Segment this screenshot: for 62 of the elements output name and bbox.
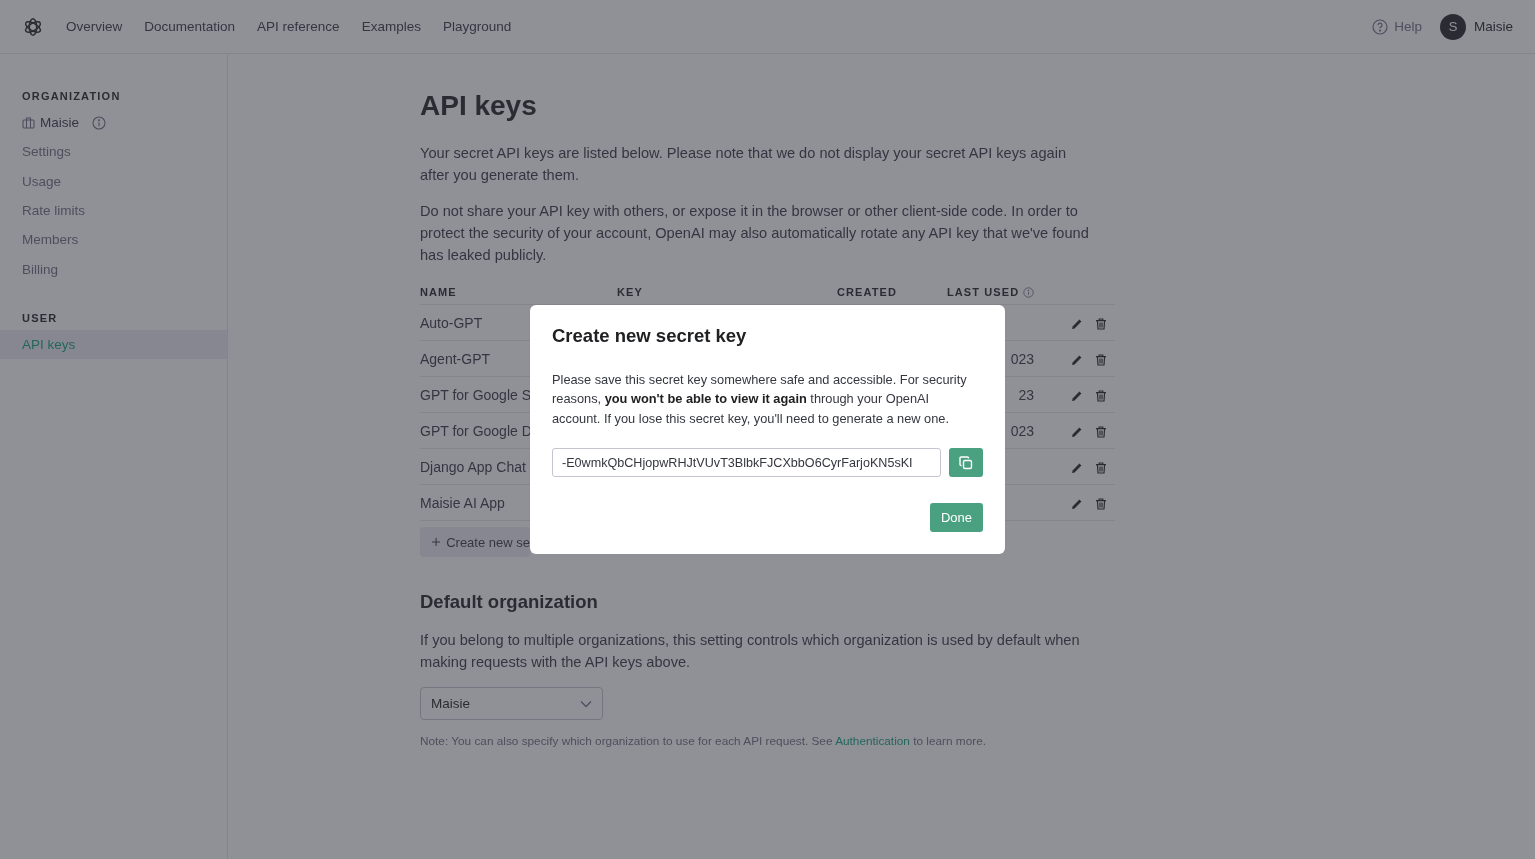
sidebar-item[interactable]: Usage [0, 166, 227, 196]
nav-link[interactable]: Playground [442, 19, 512, 34]
info-icon [1023, 286, 1035, 298]
dialog-message: Please save this secret key somewhere safe and accessible. For security reasons, you won't be able to view it again through your OpenAI account. If you lose this secret key, you'll need to generate a new one. [552, 370, 968, 428]
trash-icon[interactable] [1095, 389, 1107, 402]
trash-icon[interactable] [1095, 461, 1107, 474]
sidebar-heading: ORGANIZATION [22, 90, 122, 102]
logo-icon[interactable] [22, 15, 44, 38]
nav-link[interactable]: Overview [66, 19, 123, 34]
organization-select[interactable]: Maisie [420, 687, 603, 720]
pencil-icon[interactable] [1071, 425, 1083, 438]
create-key-button[interactable]: Create new se [420, 527, 530, 557]
last-used-date: 23 [1018, 386, 1034, 403]
section-title: Default organization [420, 591, 599, 613]
done-button[interactable]: Done [929, 503, 983, 533]
chevron-down-icon [580, 699, 592, 708]
secret-key-field[interactable]: -E0wmkQbCHjopwRHJtVUvT3BlbkFJCXbbO6CyrFarjoKN5sKI [552, 448, 941, 478]
page-title: API keys [420, 90, 538, 122]
copy-button[interactable] [949, 448, 983, 478]
pencil-icon[interactable] [1071, 461, 1083, 474]
note-text: Note: You can also specify which organization to use for each API request. See Authentication to learn more. [420, 734, 987, 748]
trash-icon[interactable] [1095, 497, 1107, 510]
pencil-icon[interactable] [1071, 317, 1083, 330]
column-header: NAME [420, 286, 457, 298]
trash-icon[interactable] [1095, 353, 1107, 366]
description-text: If you belong to multiple organizations, this setting controls which organization is used by default when making requests with the API keys above. [420, 631, 1081, 672]
pencil-icon[interactable] [1071, 353, 1083, 366]
column-header: LAST USED [947, 286, 1035, 298]
sidebar-item[interactable]: Settings [0, 137, 227, 167]
key-name: Django App Chat [420, 458, 526, 475]
description-text: Your secret API keys are listed below. Please note that we do not display your secret API keys again after you generate them. [420, 144, 1067, 185]
key-name: Maisie AI App [420, 494, 505, 511]
nav-link[interactable]: API reference [257, 19, 340, 34]
trash-icon[interactable] [1095, 425, 1107, 438]
sidebar-item[interactable]: Members [0, 225, 227, 255]
sidebar-item[interactable]: Rate limits [0, 195, 227, 226]
user-name[interactable]: Maisie [1474, 19, 1513, 34]
last-used-date: 023 [1010, 422, 1034, 439]
column-header: KEY [617, 286, 643, 298]
pencil-icon[interactable] [1071, 497, 1083, 510]
plus-icon [432, 537, 441, 547]
info-icon [92, 115, 106, 130]
briefcase-icon [22, 116, 35, 129]
sidebar-heading: USER [22, 311, 59, 324]
description-text: Do not share your API key with others, or expose it in the browser or other client-side code. In order to protect the security of your account, OpenAI may also automatically rotate any API key that we've found has leaked publicly. [420, 202, 1090, 265]
authentication-link[interactable]: Authentication [835, 734, 910, 748]
key-name: Auto-GPT [420, 314, 483, 331]
nav-link[interactable]: Documentation [144, 19, 236, 34]
last-used-date: 023 [1010, 350, 1034, 367]
dialog-title: Create new secret key [552, 324, 748, 347]
trash-icon[interactable] [1095, 317, 1107, 330]
sidebar-item[interactable]: Billing [0, 254, 227, 284]
copy-icon [959, 455, 973, 470]
key-name: GPT for Google S [420, 386, 531, 403]
pencil-icon[interactable] [1071, 389, 1083, 402]
key-name: Agent-GPT [420, 350, 491, 367]
help-icon [1372, 18, 1389, 35]
column-header: CREATED [837, 286, 898, 298]
help-link[interactable]: Help [1372, 18, 1422, 35]
nav-link[interactable]: Examples [361, 19, 421, 34]
user-avatar[interactable]: S [1440, 13, 1466, 40]
organization-item[interactable]: Maisie [0, 108, 227, 138]
